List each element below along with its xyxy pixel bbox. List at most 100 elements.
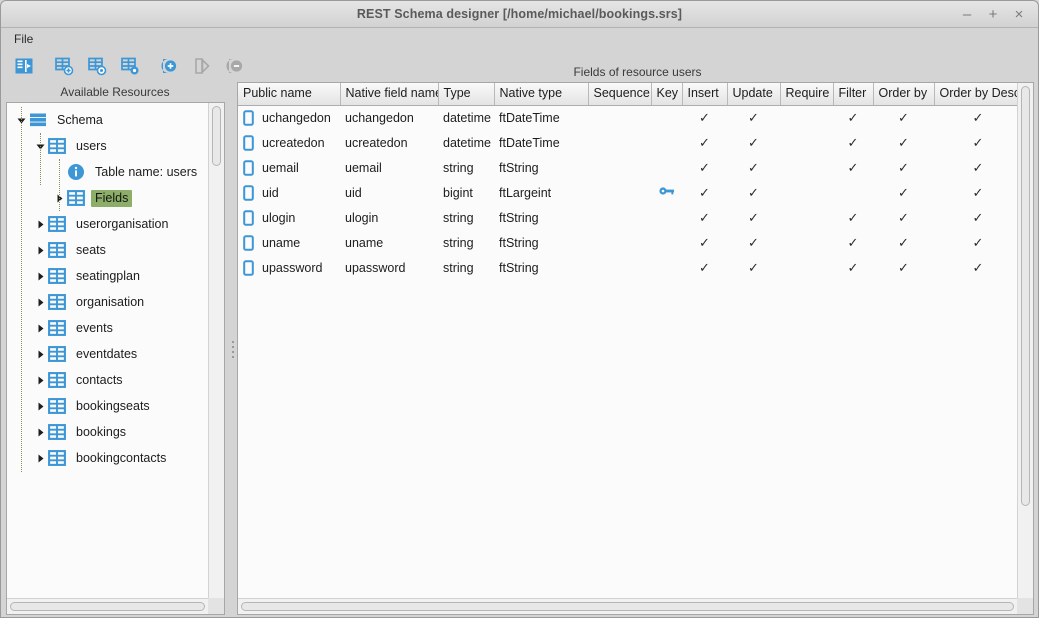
tree-node-organisation[interactable]: organisation <box>7 289 208 315</box>
tree-vertical-scrollbar[interactable] <box>208 103 224 598</box>
expand-arrow-icon[interactable] <box>34 270 47 283</box>
column-header-native-type[interactable]: Native type <box>494 83 589 106</box>
cell-filter[interactable]: ✓ <box>833 230 873 255</box>
column-header-require[interactable]: Require <box>780 83 834 106</box>
tree-node-contacts[interactable]: contacts <box>7 367 208 393</box>
expand-arrow-icon[interactable] <box>34 296 47 309</box>
column-header-insert[interactable]: Insert <box>682 83 728 106</box>
tree-node-bookingseats[interactable]: bookingseats <box>7 393 208 419</box>
cell-insert[interactable]: ✓ <box>682 155 727 180</box>
table-row[interactable]: uchangedon uchangedon datetime ftDateTime ✓ ✓… <box>238 105 1017 130</box>
grid-vertical-scrollbar[interactable] <box>1017 83 1033 598</box>
cell-insert[interactable]: ✓ <box>682 230 727 255</box>
cell-order-by[interactable]: ✓ <box>873 230 934 255</box>
table-row[interactable]: uemail uemail string ftString ✓ ✓ ✓ ✓ ✓ <box>238 155 1017 180</box>
new-schema-icon[interactable] <box>9 52 39 80</box>
cell-update[interactable]: ✓ <box>727 180 780 205</box>
column-header-filter[interactable]: Filter <box>833 83 874 106</box>
cell-filter[interactable]: ✓ <box>833 205 873 230</box>
column-header-key[interactable]: Key <box>651 83 683 106</box>
cell-filter[interactable]: ✓ <box>833 255 873 280</box>
title-bar[interactable]: REST Schema designer [/home/michael/book… <box>1 1 1038 28</box>
cell-update[interactable]: ✓ <box>727 205 780 230</box>
cell-order-by[interactable]: ✓ <box>873 105 934 130</box>
cell-order-by[interactable]: ✓ <box>873 130 934 155</box>
expand-arrow-icon[interactable] <box>34 452 47 465</box>
expand-arrow-icon[interactable] <box>34 400 47 413</box>
cell-require[interactable] <box>780 155 833 180</box>
expand-arrow-icon[interactable] <box>34 348 47 361</box>
cell-order-by-desc[interactable]: ✓ <box>934 155 1017 180</box>
resources-tree[interactable]: Schema users Table name: users Fields useror… <box>7 103 208 598</box>
table-row[interactable]: ulogin ulogin string ftString ✓ ✓ ✓ ✓ ✓ <box>238 205 1017 230</box>
tree-node-events[interactable]: events <box>7 315 208 341</box>
cell-order-by-desc[interactable]: ✓ <box>934 205 1017 230</box>
table-row[interactable]: ucreatedon ucreatedon datetime ftDateTime ✓ ✓… <box>238 130 1017 155</box>
cell-filter[interactable]: ✓ <box>833 155 873 180</box>
expand-arrow-icon[interactable] <box>34 426 47 439</box>
edit-resource-icon[interactable] <box>82 52 112 80</box>
menu-item-file[interactable]: File <box>8 30 39 48</box>
expand-arrow-icon[interactable] <box>34 218 47 231</box>
cell-order-by[interactable]: ✓ <box>873 255 934 280</box>
cell-order-by-desc[interactable]: ✓ <box>934 255 1017 280</box>
cell-order-by[interactable]: ✓ <box>873 155 934 180</box>
close-button[interactable]: × <box>1008 4 1030 24</box>
tree-node-table-name-users[interactable]: Table name: users <box>7 159 208 185</box>
cell-require[interactable] <box>780 255 833 280</box>
table-row[interactable]: uname uname string ftString ✓ ✓ ✓ ✓ ✓ <box>238 230 1017 255</box>
add-field-icon[interactable] <box>155 52 185 80</box>
cell-order-by-desc[interactable]: ✓ <box>934 105 1017 130</box>
column-header-order-by-desc[interactable]: Order by Desc <box>934 83 1017 106</box>
table-row[interactable]: upassword upassword string ftString ✓ ✓ ✓ ✓ ✓ <box>238 255 1017 280</box>
maximize-button[interactable]: + <box>982 4 1004 24</box>
tree-node-seats[interactable]: seats <box>7 237 208 263</box>
panel-splitter[interactable] <box>229 82 237 617</box>
cell-require[interactable] <box>780 230 833 255</box>
cell-order-by-desc[interactable]: ✓ <box>934 130 1017 155</box>
delete-resource-icon[interactable] <box>115 52 145 80</box>
cell-insert[interactable]: ✓ <box>682 105 727 130</box>
tree-horizontal-scrollbar[interactable] <box>7 598 208 614</box>
cell-order-by-desc[interactable]: ✓ <box>934 230 1017 255</box>
cell-filter[interactable]: ✓ <box>833 105 873 130</box>
column-header-update[interactable]: Update <box>727 83 781 106</box>
column-header-native-field-name[interactable]: Native field name <box>340 83 439 106</box>
column-header-order-by[interactable]: Order by <box>873 83 935 106</box>
cell-update[interactable]: ✓ <box>727 230 780 255</box>
cell-order-by[interactable]: ✓ <box>873 205 934 230</box>
expand-arrow-icon[interactable] <box>34 322 47 335</box>
cell-filter[interactable] <box>833 180 873 205</box>
tree-node-seatingplan[interactable]: seatingplan <box>7 263 208 289</box>
expand-arrow-icon[interactable] <box>34 244 47 257</box>
cell-update[interactable]: ✓ <box>727 155 780 180</box>
tree-node-bookingcontacts[interactable]: bookingcontacts <box>7 445 208 471</box>
tree-node-schema[interactable]: Schema <box>7 107 208 133</box>
tree-node-users[interactable]: users <box>7 133 208 159</box>
column-header-sequence[interactable]: Sequence <box>588 83 652 106</box>
cell-update[interactable]: ✓ <box>727 105 780 130</box>
cell-insert[interactable]: ✓ <box>682 180 727 205</box>
cell-require[interactable] <box>780 130 833 155</box>
tree-node-bookings[interactable]: bookings <box>7 419 208 445</box>
cell-insert[interactable]: ✓ <box>682 205 727 230</box>
cell-update[interactable]: ✓ <box>727 130 780 155</box>
table-row[interactable]: uid uid bigint ftLargeint ✓ ✓ ✓ ✓ <box>238 180 1017 205</box>
column-header-public-name[interactable]: Public name <box>238 83 341 106</box>
grid-horizontal-scrollbar[interactable] <box>238 598 1017 614</box>
cell-update[interactable]: ✓ <box>727 255 780 280</box>
minimize-button[interactable]: – <box>956 4 978 24</box>
tree-node-fields[interactable]: Fields <box>7 185 208 211</box>
add-resource-icon[interactable] <box>49 52 79 80</box>
cell-insert[interactable]: ✓ <box>682 130 727 155</box>
expand-arrow-icon[interactable] <box>34 374 47 387</box>
cell-order-by[interactable]: ✓ <box>873 180 934 205</box>
tree-node-userorganisation[interactable]: userorganisation <box>7 211 208 237</box>
cell-require[interactable] <box>780 205 833 230</box>
cell-order-by-desc[interactable]: ✓ <box>934 180 1017 205</box>
cell-filter[interactable]: ✓ <box>833 130 873 155</box>
cell-insert[interactable]: ✓ <box>682 255 727 280</box>
cell-require[interactable] <box>780 105 833 130</box>
column-header-type[interactable]: Type <box>438 83 495 106</box>
tree-node-eventdates[interactable]: eventdates <box>7 341 208 367</box>
